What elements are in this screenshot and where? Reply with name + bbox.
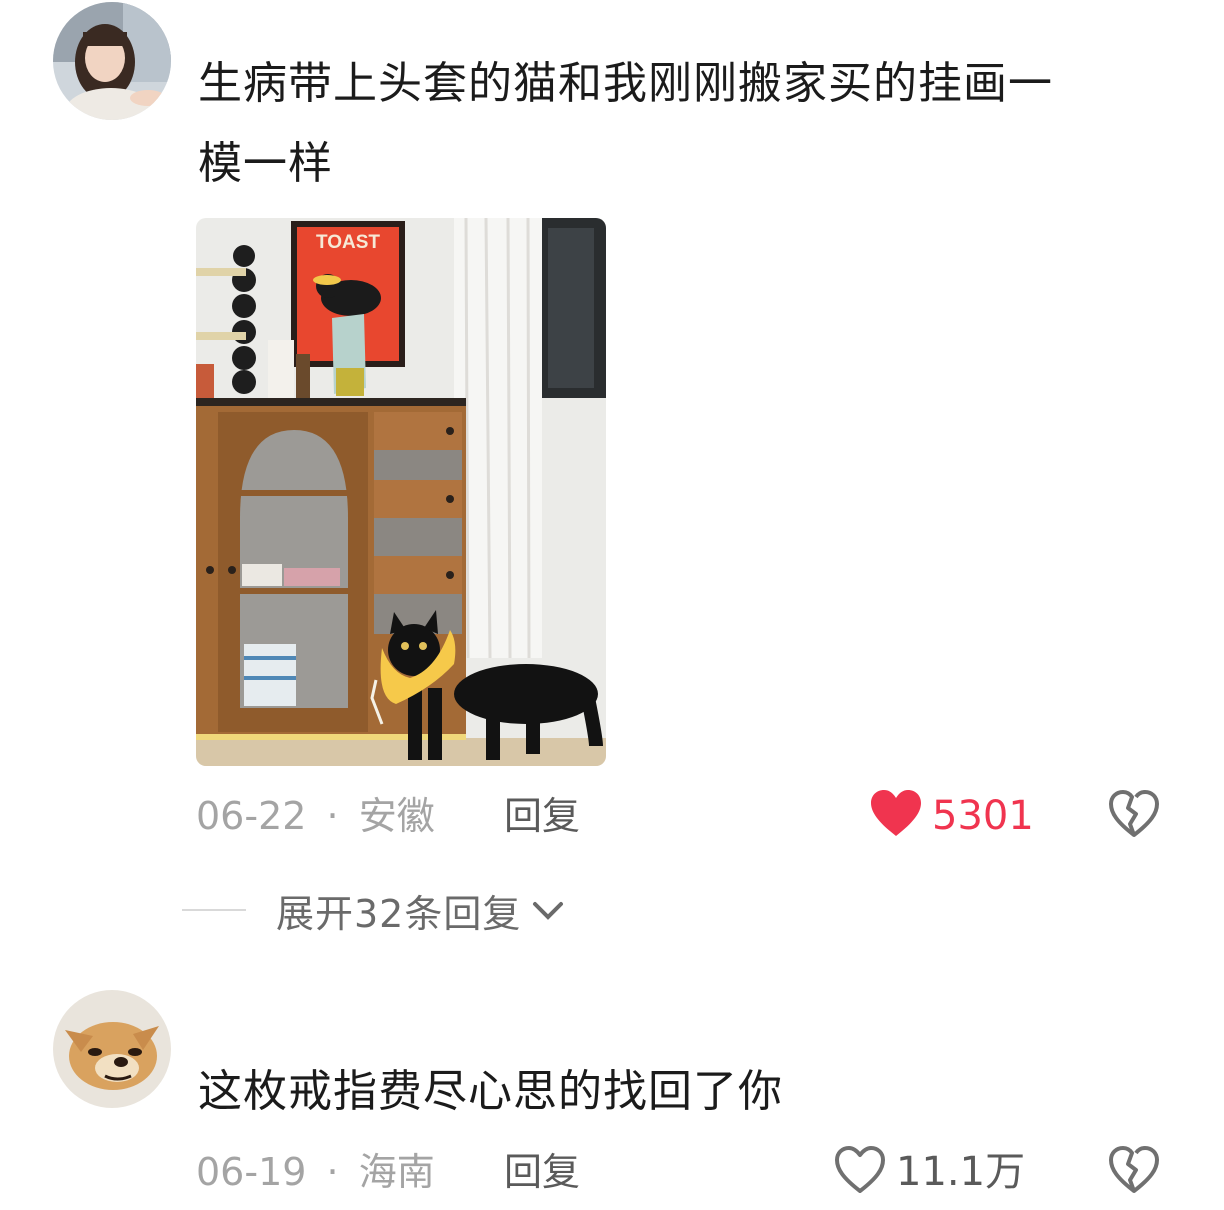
expand-replies-label: 展开32条回复	[276, 891, 522, 936]
heart-icon[interactable]	[870, 790, 922, 838]
comment-location: 海南	[358, 1150, 435, 1194]
meta-separator: ·	[326, 794, 339, 838]
comment-meta: 06-22 · 安徽	[196, 792, 435, 840]
poster-text: TOAST	[316, 232, 380, 253]
comment-date: 06-19	[196, 1150, 307, 1194]
comment-image[interactable]: TOAST	[196, 218, 606, 766]
comment-text: 这枚戒指费尽心思的找回了你	[198, 1066, 783, 1117]
like-count: 5301	[932, 793, 1034, 839]
chevron-down-icon	[533, 902, 564, 920]
comment-text: 生病带上头套的猫和我刚刚搬家买的挂画一 模一样	[198, 44, 1053, 204]
comment-text-line: 生病带上头套的猫和我刚刚搬家买的挂画一	[198, 58, 1053, 109]
broken-heart-icon[interactable]	[1108, 790, 1160, 838]
reply-button[interactable]: 回复	[504, 792, 580, 840]
expand-divider	[182, 909, 246, 911]
like-count: 11.1万	[896, 1149, 1026, 1195]
avatar[interactable]	[53, 990, 171, 1108]
expand-replies[interactable]: 展开32条回复	[182, 882, 565, 938]
comment-date: 06-22	[196, 794, 307, 838]
comment-meta: 06-19 · 海南	[196, 1148, 435, 1196]
comment-location: 安徽	[358, 794, 435, 838]
heart-icon[interactable]	[834, 1146, 886, 1194]
avatar[interactable]	[53, 2, 171, 120]
meta-separator: ·	[326, 1150, 339, 1194]
reply-button[interactable]: 回复	[504, 1148, 580, 1196]
broken-heart-icon[interactable]	[1108, 1146, 1160, 1194]
comment-text-line: 模一样	[198, 138, 333, 189]
